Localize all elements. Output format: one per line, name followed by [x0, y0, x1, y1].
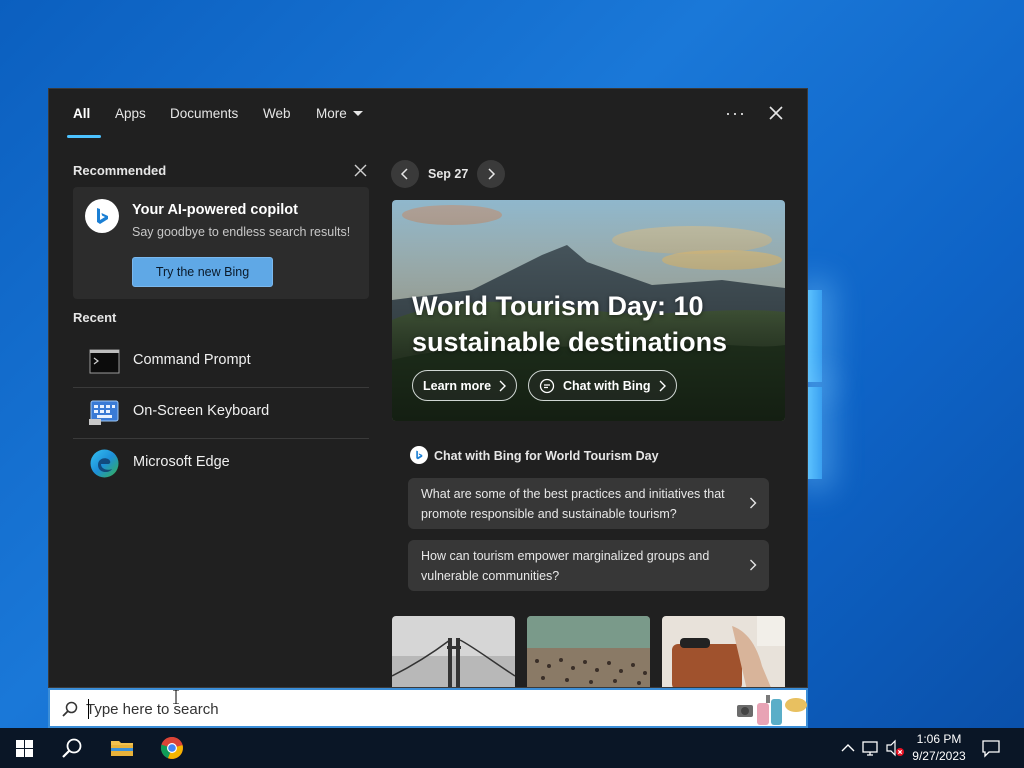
- bridge-image: [392, 616, 515, 687]
- recent-item-microsoft-edge[interactable]: Microsoft Edge: [73, 438, 369, 489]
- chat-prompt-text: What are some of the best practices and …: [421, 487, 725, 521]
- recent-item-label: Microsoft Edge: [133, 454, 230, 470]
- taskbar-search-box[interactable]: [48, 688, 808, 728]
- clock-date: 9/27/2023: [912, 749, 966, 763]
- chevron-right-icon: [750, 559, 757, 571]
- recent-item-label: On-Screen Keyboard: [133, 403, 270, 419]
- chrome-button[interactable]: [148, 728, 196, 768]
- active-tab-indicator: [67, 135, 101, 138]
- system-clock[interactable]: 1:06 PM 9/27/2023: [904, 731, 974, 765]
- text-cursor-icon: [173, 690, 179, 704]
- volume-muted-icon[interactable]: [885, 738, 905, 758]
- recent-item-on-screen-keyboard[interactable]: On-Screen Keyboard: [73, 387, 369, 438]
- network-icon[interactable]: [861, 738, 881, 758]
- windows-logo-icon: [15, 739, 33, 757]
- action-center-icon[interactable]: [981, 738, 1001, 758]
- clock-time: 1:06 PM: [916, 732, 962, 746]
- chrome-icon: [160, 736, 183, 759]
- copilot-promo-card: Your AI-powered copilot Say goodbye to e…: [73, 187, 369, 299]
- learn-more-button[interactable]: Learn more: [412, 370, 518, 401]
- promo-title: Your AI-powered copilot: [132, 202, 298, 218]
- chevron-left-icon: [400, 168, 408, 180]
- tab-apps[interactable]: Apps: [115, 106, 146, 121]
- story-thumbnail[interactable]: [527, 616, 650, 687]
- recent-item-command-prompt[interactable]: Command Prompt: [73, 336, 369, 387]
- recommended-heading: Recommended: [73, 163, 167, 178]
- desktop-logo-pane-top: [808, 290, 822, 382]
- bing-logo-icon: [410, 446, 428, 464]
- travel-illustration-icon: [737, 695, 807, 725]
- show-hidden-icons-icon[interactable]: [838, 738, 858, 758]
- dismiss-recommended-icon[interactable]: [354, 164, 367, 177]
- chat-prompt-text: How can tourism empower marginalized gro…: [421, 549, 710, 583]
- chat-prompt-suggestion[interactable]: What are some of the best practices and …: [408, 478, 769, 529]
- chevron-right-icon: [750, 497, 757, 509]
- edge-icon: [90, 449, 119, 478]
- search-icon: [62, 738, 82, 758]
- feature-date: Sep 27: [428, 167, 469, 181]
- search-panel: All Apps Documents Web More ··· Recommen…: [48, 88, 808, 688]
- chat-with-bing-label: Chat with Bing: [563, 378, 651, 393]
- recent-item-label: Command Prompt: [133, 352, 251, 368]
- chat-suggestions-heading: Chat with Bing for World Tourism Day: [434, 449, 659, 463]
- tab-documents[interactable]: Documents: [170, 106, 238, 121]
- featured-story-card[interactable]: World Tourism Day: 10 sustainable destin…: [392, 200, 785, 421]
- learn-more-label: Learn more: [423, 378, 492, 393]
- text-caret: [88, 699, 89, 719]
- close-icon[interactable]: [768, 105, 784, 121]
- taskbar: 1:06 PM 9/27/2023: [0, 728, 1024, 768]
- promo-subtitle: Say goodbye to endless search results!: [132, 225, 351, 239]
- desktop-logo-pane-bottom: [808, 387, 822, 479]
- chevron-down-icon: [352, 111, 363, 116]
- luggage-image: [662, 616, 785, 687]
- keyboard-icon: [89, 400, 119, 425]
- taskbar-search-button[interactable]: [48, 728, 96, 768]
- previous-day-button[interactable]: [391, 160, 419, 188]
- recent-heading: Recent: [73, 310, 117, 325]
- chat-with-bing-button[interactable]: Chat with Bing: [528, 370, 677, 401]
- command-prompt-icon: [89, 349, 120, 374]
- tab-more[interactable]: More: [316, 106, 363, 121]
- tab-web[interactable]: Web: [263, 106, 291, 121]
- story-thumbnail[interactable]: [662, 616, 785, 687]
- bing-logo-icon: [85, 199, 119, 233]
- file-explorer-button[interactable]: [98, 728, 146, 768]
- next-day-button[interactable]: [477, 160, 505, 188]
- tab-all[interactable]: All: [73, 106, 90, 121]
- chevron-right-icon: [488, 168, 496, 180]
- try-new-bing-button[interactable]: Try the new Bing: [132, 257, 273, 287]
- story-thumbnail[interactable]: [392, 616, 515, 687]
- search-icon: [62, 701, 78, 717]
- start-button[interactable]: [0, 728, 48, 768]
- chat-prompt-suggestion[interactable]: How can tourism empower marginalized gro…: [408, 540, 769, 591]
- chat-bubble-icon: [539, 378, 555, 393]
- search-tabs: All Apps Documents Web More ···: [49, 89, 807, 139]
- beach-crowd-image: [527, 616, 650, 687]
- tab-more-label: More: [316, 106, 347, 121]
- more-options-icon[interactable]: ···: [725, 103, 746, 124]
- chevron-right-icon: [659, 380, 666, 391]
- folder-icon: [111, 741, 133, 756]
- featured-story-title: World Tourism Day: 10 sustainable destin…: [412, 291, 728, 357]
- chevron-right-icon: [499, 380, 507, 391]
